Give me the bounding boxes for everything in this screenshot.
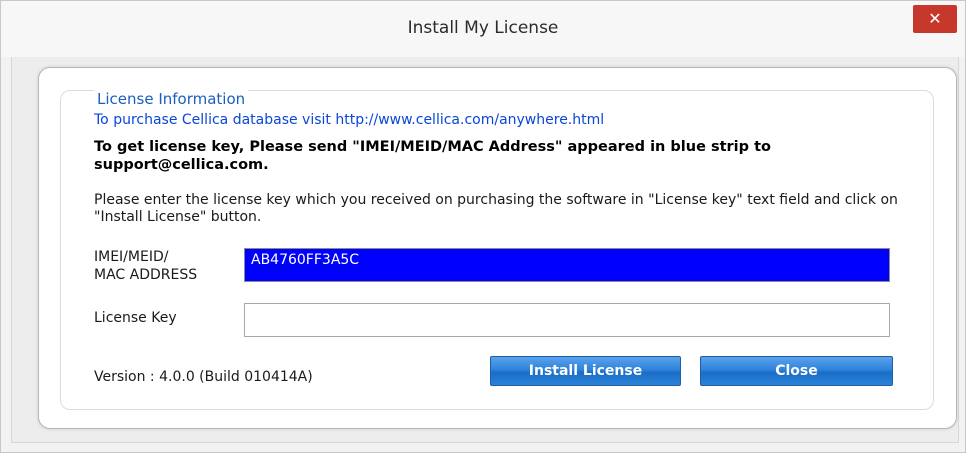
imei-label: IMEI/MEID/ MAC ADDRESS	[94, 248, 234, 284]
license-instruction-bold: To get license key, Please send "IMEI/ME…	[94, 139, 771, 173]
license-key-label: License Key	[94, 310, 177, 326]
close-button[interactable]: Close	[700, 356, 893, 386]
imei-value-field[interactable]: AB4760FF3A5C	[244, 248, 890, 282]
license-instruction: Please enter the license key which you r…	[94, 192, 898, 225]
license-key-input[interactable]	[244, 303, 890, 337]
close-icon[interactable]: ✕	[913, 5, 957, 33]
window-title: Install My License	[407, 18, 559, 38]
install-license-dialog: Install My License ✕ License Information…	[0, 0, 966, 453]
title-bar[interactable]: Install My License ✕	[1, 1, 965, 57]
dialog-client-area: License Information To purchase Cellica …	[11, 57, 959, 443]
version-text: Version : 4.0.0 (Build 010414A)	[94, 369, 313, 385]
purchase-link-text[interactable]: To purchase Cellica database visit http:…	[94, 112, 604, 128]
license-panel: License Information To purchase Cellica …	[38, 67, 957, 429]
group-legend: License Information	[94, 90, 249, 108]
install-license-button[interactable]: Install License	[490, 356, 681, 386]
imei-label-line2: MAC ADDRESS	[94, 267, 198, 283]
imei-label-line1: IMEI/MEID/	[94, 249, 169, 265]
